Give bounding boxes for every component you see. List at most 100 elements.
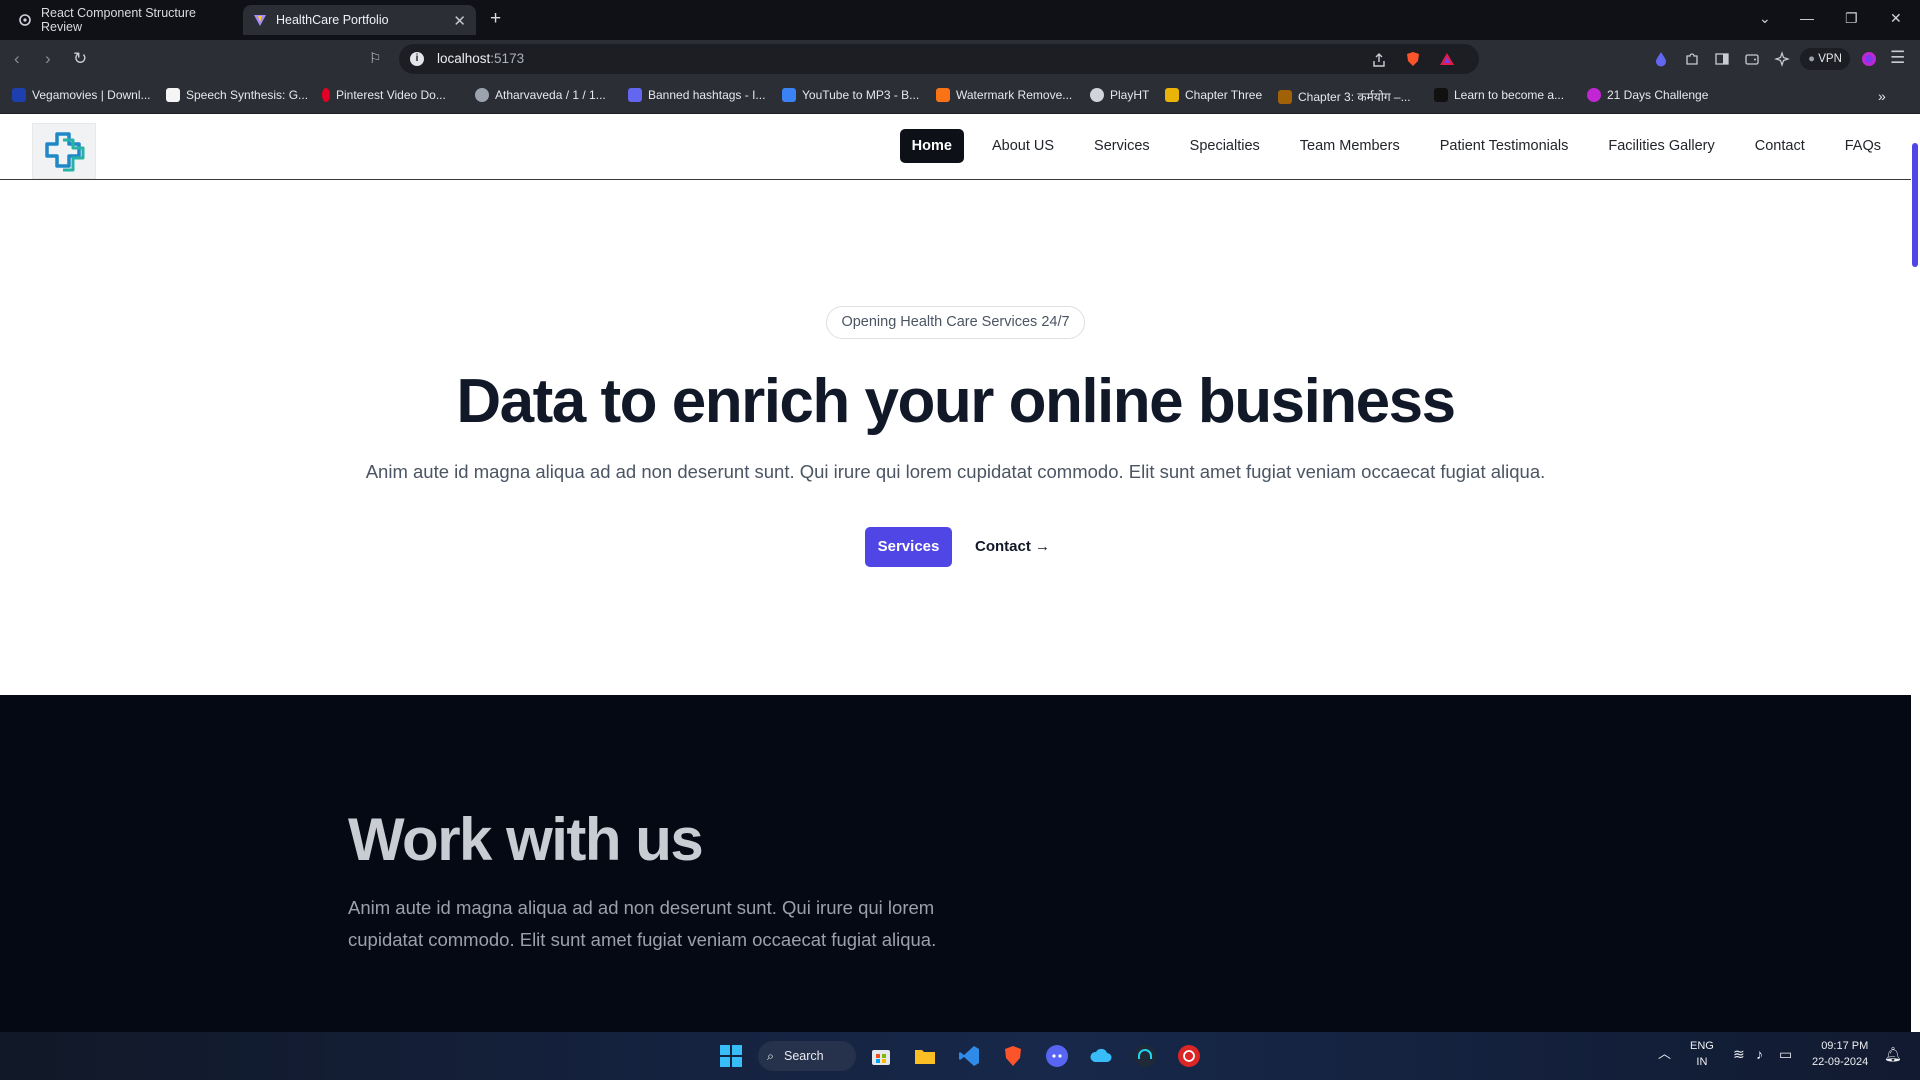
scrollbar-thumb[interactable]	[1912, 143, 1918, 267]
browser-toolbar: ‹ › ↻ ⚐ i localhost:5173 ● VPN ☰	[0, 40, 1920, 78]
bookmark-item[interactable]: Chapter Three	[1165, 88, 1262, 102]
nav-services[interactable]: Services	[1082, 129, 1162, 163]
brave-rewards-icon[interactable]	[1439, 51, 1455, 67]
bookmark-item[interactable]: PlayHT	[1090, 88, 1149, 102]
nav-contact[interactable]: Contact	[1743, 129, 1817, 163]
vite-icon	[253, 13, 267, 27]
back-icon[interactable]: ‹	[14, 49, 20, 69]
challenge-icon	[1587, 88, 1601, 102]
menu-icon[interactable]: ☰	[1890, 48, 1905, 68]
url-text: localhost:5173	[437, 51, 525, 66]
share-icon[interactable]	[1371, 52, 1387, 68]
brave-browser-icon[interactable]	[1001, 1044, 1025, 1068]
tab-list-chevron-icon[interactable]: ⌄	[1759, 10, 1771, 27]
battery-icon[interactable]: ▭	[1779, 1046, 1792, 1062]
bookmark-item[interactable]: Banned hashtags - I...	[628, 88, 765, 102]
sidebar-icon[interactable]	[1714, 51, 1730, 67]
bookmark-item[interactable]: 21 Days Challenge	[1587, 88, 1708, 102]
hashtag-site-icon	[628, 88, 642, 102]
taskbar-search[interactable]: ⌕ Search	[758, 1041, 856, 1071]
main-nav: Home About US Services Specialties Team …	[884, 129, 1893, 163]
hero-subtitle: Anim aute id magna aliqua ad ad non dese…	[365, 461, 1546, 482]
nav-facilities-gallery[interactable]: Facilities Gallery	[1596, 129, 1726, 163]
vscode-icon[interactable]	[957, 1044, 981, 1068]
bookmark-item[interactable]: Speech Synthesis: G...	[166, 88, 308, 102]
minimize-button[interactable]: —	[1800, 10, 1814, 26]
security-app-icon[interactable]	[1177, 1044, 1201, 1068]
speech-synthesis-icon	[166, 88, 180, 102]
bookmark-item[interactable]: Learn to become a...	[1434, 88, 1564, 102]
chapter-three-icon	[1165, 88, 1179, 102]
site-header: Home About US Services Specialties Team …	[0, 114, 1911, 180]
work-text: Anim aute id magna aliqua ad ad non dese…	[348, 897, 937, 950]
site-info-icon[interactable]: i	[410, 52, 424, 66]
forward-icon[interactable]: ›	[45, 49, 51, 69]
learn-site-icon	[1434, 88, 1448, 102]
microsoft-store-icon[interactable]	[869, 1044, 893, 1068]
vpn-button[interactable]: ● VPN	[1800, 48, 1850, 70]
nav-team-members[interactable]: Team Members	[1288, 129, 1412, 163]
address-bar[interactable]: i localhost:5173	[399, 44, 1479, 74]
file-explorer-icon[interactable]	[913, 1044, 937, 1068]
globe-icon	[475, 88, 489, 102]
playht-icon	[1090, 88, 1104, 102]
restore-button[interactable]: ❐	[1845, 10, 1858, 27]
tab-healthcare-portfolio[interactable]: HealthCare Portfolio ✕	[243, 5, 476, 35]
brave-shield-icon[interactable]	[1405, 51, 1421, 67]
openai-icon	[18, 13, 32, 27]
chapter-3-icon	[1278, 89, 1292, 104]
services-button[interactable]: Services	[865, 527, 952, 567]
wifi-icon[interactable]: ≋	[1733, 1046, 1745, 1062]
cloud-app-icon[interactable]	[1089, 1044, 1113, 1068]
headphones-app-icon[interactable]	[1133, 1044, 1157, 1068]
hero-title: Data to enrich your online business	[456, 367, 1456, 436]
discord-icon[interactable]	[1045, 1044, 1069, 1068]
nav-specialties[interactable]: Specialties	[1178, 129, 1272, 163]
download-icon	[782, 88, 796, 102]
browser-tab-bar: React Component Structure Review HealthC…	[0, 0, 1920, 40]
bookmarks-bar: Vegamovies | Downl... Speech Synthesis: …	[0, 78, 1920, 114]
nav-faqs[interactable]: FAQs	[1833, 129, 1893, 163]
bookmark-item[interactable]: Pinterest Video Do...	[322, 88, 446, 102]
search-icon: ⌕	[767, 1049, 775, 1063]
bookmark-item[interactable]: Atharvaveda / 1 / 1...	[475, 88, 606, 102]
work-title: Work with us	[348, 806, 704, 873]
medical-cross-logo-icon	[45, 132, 85, 172]
contact-link[interactable]: Contact →	[975, 538, 1050, 555]
nav-home[interactable]: Home	[899, 129, 964, 163]
windows-taskbar: ⌕ Search ︿ ENG IN ≋ ♪ ▭ 09:17 PM 22-09-2…	[0, 1032, 1920, 1080]
nav-about-us[interactable]: About US	[980, 129, 1066, 163]
vegamovies-icon	[12, 88, 26, 102]
tab-title: HealthCare Portfolio	[276, 13, 389, 27]
windows-start-icon[interactable]	[719, 1044, 743, 1068]
close-window-button[interactable]: ✕	[1890, 10, 1902, 27]
language-indicator[interactable]: ENG IN	[1690, 1038, 1714, 1070]
wallet-icon[interactable]	[1744, 51, 1760, 67]
site-logo[interactable]	[32, 123, 96, 179]
tab-react-review[interactable]: React Component Structure Review	[8, 5, 240, 35]
nav-patient-testimonials[interactable]: Patient Testimonials	[1428, 129, 1581, 163]
hero-section: Opening Health Care Services 24/7 Data t…	[0, 180, 1911, 695]
pinterest-icon	[322, 88, 330, 102]
reload-icon[interactable]: ↻	[73, 49, 87, 69]
clock[interactable]: 09:17 PM 22-09-2024	[1812, 1038, 1868, 1070]
close-tab-icon[interactable]: ✕	[453, 12, 466, 30]
bookmark-item[interactable]: Watermark Remove...	[936, 88, 1072, 102]
work-with-us-section: Work with us Anim aute id magna aliqua a…	[0, 695, 1911, 1032]
show-hidden-icons-chevron[interactable]: ︿	[1658, 1046, 1671, 1062]
bookmark-icon[interactable]: ⚐	[369, 50, 382, 67]
bookmark-item[interactable]: YouTube to MP3 - B...	[782, 88, 919, 102]
watermark-remover-icon	[936, 88, 950, 102]
new-tab-button[interactable]: +	[490, 9, 501, 29]
profile-avatar-icon[interactable]	[1861, 51, 1877, 67]
extensions-icon[interactable]	[1684, 51, 1700, 67]
volume-icon[interactable]: ♪	[1756, 1046, 1763, 1062]
tab-title: React Component Structure Review	[41, 6, 196, 34]
wallet-drop-icon[interactable]	[1653, 51, 1669, 67]
bookmark-item[interactable]: Chapter 3: कर्मयोग –...	[1278, 88, 1411, 105]
leo-ai-icon[interactable]	[1774, 51, 1790, 67]
bookmark-item[interactable]: Vegamovies | Downl...	[12, 88, 151, 102]
more-bookmarks-icon[interactable]: »	[1878, 88, 1886, 104]
hero-badge: Opening Health Care Services 24/7	[826, 306, 1085, 339]
notifications-bell-icon[interactable]: 🔔︎	[1884, 1046, 1902, 1062]
